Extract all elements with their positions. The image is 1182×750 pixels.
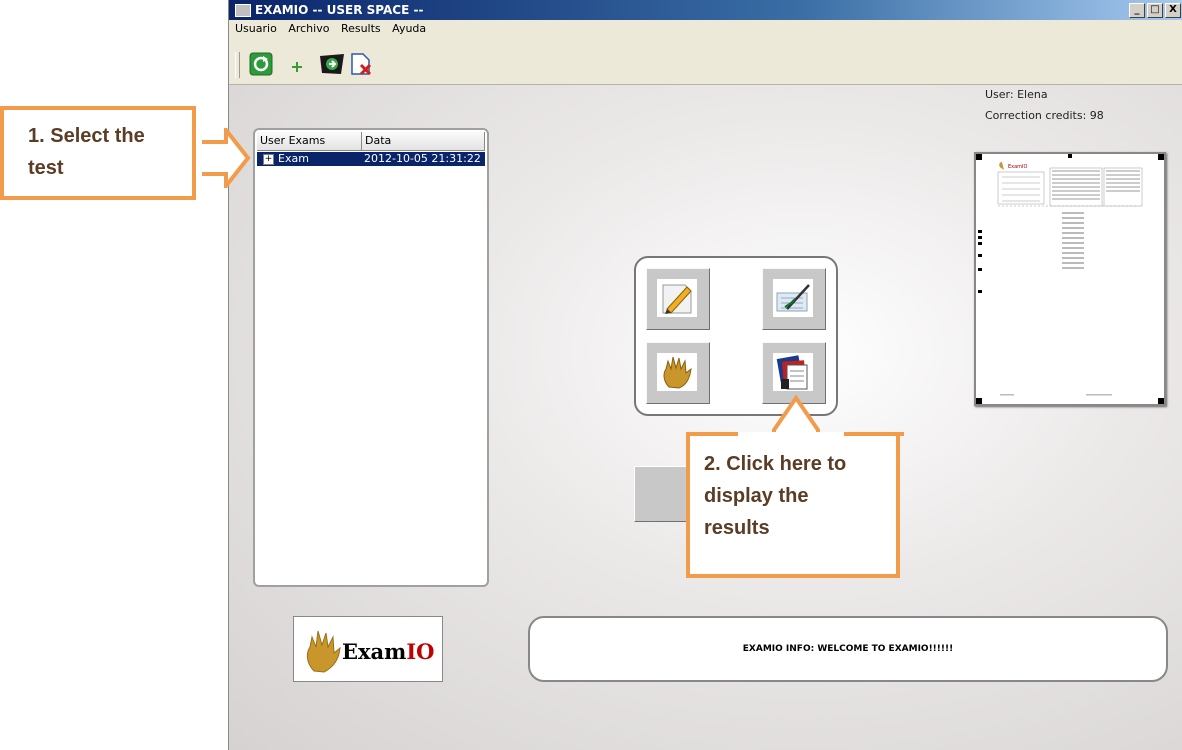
column-header-user-exams[interactable]: User Exams — [257, 132, 362, 150]
callout-2-top-edge-left — [686, 432, 738, 436]
minimize-button[interactable]: _ — [1129, 3, 1145, 18]
column-header-data[interactable]: Data — [362, 132, 485, 150]
hand-button[interactable] — [646, 342, 710, 404]
logo-wordmark: ExamIO — [342, 639, 434, 664]
title-bar[interactable]: EXAMIO -- USER SPACE -- _ □ X — [229, 0, 1182, 20]
svg-text:ExamIO: ExamIO — [1008, 164, 1028, 170]
logo-word-exam: Exam — [342, 639, 407, 664]
toolbar-grip — [235, 52, 240, 78]
window-title: EXAMIO -- USER SPACE -- — [255, 3, 424, 17]
logo-hand-icon — [306, 630, 341, 673]
answer-sheet-image: ExamIO — [976, 154, 1164, 404]
toolbar — [229, 38, 1182, 85]
callout-2-line-1: 2. Click here to — [704, 453, 847, 475]
callout-1-arrow — [202, 128, 251, 188]
menu-ayuda[interactable]: Ayuda — [392, 22, 426, 35]
menu-bar: Usuario Archivo Results Ayuda — [229, 20, 1182, 38]
callout-1-line-2: test — [28, 157, 64, 179]
close-button[interactable]: X — [1165, 3, 1181, 18]
table-row[interactable]: + Exam 2012-10-05 21:31:22 — [257, 152, 485, 166]
menu-archivo[interactable]: Archivo — [288, 22, 329, 35]
correct-exam-icon — [773, 279, 813, 317]
delete-icon[interactable] — [349, 52, 373, 76]
callout-2-line-3: results — [704, 517, 770, 539]
refresh-icon[interactable] — [249, 52, 273, 76]
load-icon[interactable] — [319, 52, 344, 76]
edit-exam-icon — [657, 279, 697, 317]
callout-2-line-2: display the — [704, 485, 809, 507]
edit-exam-button[interactable] — [646, 268, 710, 330]
hand-icon — [657, 353, 697, 391]
menu-results[interactable]: Results — [341, 22, 381, 35]
results-icon — [773, 353, 813, 391]
exam-date[interactable]: 2012-10-05 21:31:22 — [362, 152, 481, 166]
exam-name[interactable]: Exam — [278, 152, 362, 166]
callout-select-test: 1. Select the test — [0, 106, 196, 200]
maximize-button[interactable]: □ — [1147, 3, 1163, 18]
logo-word-io: IO — [406, 639, 435, 664]
exams-table: User Exams Data + Exam 2012-10-05 21:31:… — [253, 128, 489, 587]
menu-usuario[interactable]: Usuario — [235, 22, 277, 35]
expand-icon[interactable]: + — [263, 154, 274, 165]
correction-credits: Correction credits: 98 — [985, 109, 1104, 122]
callout-2-top-edge-right — [844, 432, 904, 436]
app-icon — [235, 4, 251, 17]
answer-sheet-preview: ExamIO — [974, 152, 1166, 406]
action-button[interactable] — [634, 466, 694, 522]
examio-logo: ExamIO — [293, 616, 443, 682]
correct-exam-button[interactable] — [762, 268, 826, 330]
add-icon[interactable] — [291, 58, 303, 72]
callout-1-line-1: 1. Select the — [28, 125, 145, 147]
callout-display-results: 2. Click here to display the results — [686, 432, 900, 578]
status-message: EXAMIO INFO: WELCOME TO EXAMIO!!!!!! — [528, 616, 1168, 682]
user-name: User: Elena — [985, 88, 1048, 101]
action-panel — [634, 256, 838, 416]
